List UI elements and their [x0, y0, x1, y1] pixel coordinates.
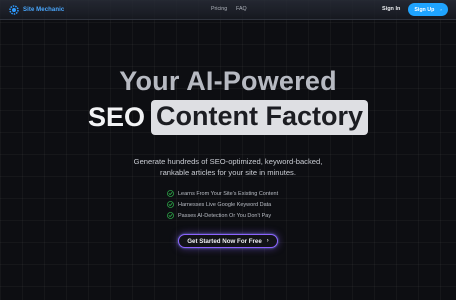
- sign-in-link[interactable]: Sign In: [382, 6, 400, 12]
- feature-text: Learns From Your Site's Existing Content: [178, 190, 279, 197]
- hero-title-line1: Your AI-Powered: [119, 66, 337, 96]
- get-started-button[interactable]: Get Started Now For Free ›: [178, 234, 278, 248]
- brand-name: Site Mechanic: [23, 7, 65, 13]
- hero-subtitle: Generate hundreds of SEO-optimized, keyw…: [133, 157, 323, 177]
- navigation: Site Mechanic Pricing FAQ Sign In Sign U…: [0, 0, 456, 20]
- feature-list: Learns From Your Site's Existing Content…: [167, 188, 278, 221]
- check-circle-icon: [167, 190, 174, 197]
- hero-title-line2: SEO Content Factory: [0, 100, 456, 135]
- feature-text: Passes AI-Detection Or You Don't Pay: [178, 212, 272, 219]
- sign-up-button[interactable]: Sign Up ›: [408, 3, 448, 16]
- feature-text: Harnesses Live Google Keyword Data: [178, 201, 272, 208]
- hero-title-highlight: Content Factory: [151, 100, 369, 135]
- feature-item: Passes AI-Detection Or You Don't Pay: [167, 210, 278, 221]
- nav-link-pricing[interactable]: Pricing: [211, 6, 227, 12]
- chevron-right-icon: ›: [440, 7, 442, 12]
- feature-item: Harnesses Live Google Keyword Data: [167, 199, 278, 210]
- chevron-right-icon: ›: [266, 238, 269, 244]
- hero-title-seo: SEO: [87, 102, 145, 132]
- check-circle-icon: [167, 212, 174, 219]
- gear-logo-icon: [9, 5, 19, 15]
- feature-item: Learns From Your Site's Existing Content: [167, 188, 278, 199]
- background-grid: [0, 0, 456, 300]
- check-circle-icon: [167, 201, 174, 208]
- get-started-label: Get Started Now For Free: [187, 237, 262, 245]
- sign-up-label: Sign Up: [414, 6, 435, 13]
- nav-link-faq[interactable]: FAQ: [236, 6, 247, 12]
- brand-logo-link[interactable]: Site Mechanic: [8, 4, 64, 16]
